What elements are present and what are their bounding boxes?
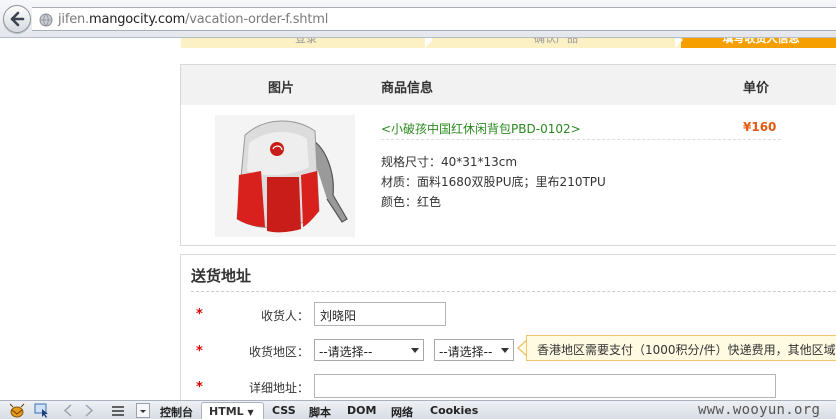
step-separator bbox=[425, 38, 433, 48]
back-arrow-icon[interactable] bbox=[62, 403, 74, 418]
firebug-toolbar: 控制台 HTML ▼ CSS 脚本 DOM 网络 Cookies www.woo… bbox=[0, 400, 836, 419]
product-price: ¥160 bbox=[743, 120, 777, 134]
tab-html-label: HTML bbox=[209, 405, 244, 418]
step-separator bbox=[675, 38, 683, 48]
tab-network[interactable]: 网络 bbox=[391, 404, 413, 419]
url-prefix: jifen. bbox=[58, 12, 89, 27]
divider bbox=[381, 139, 781, 140]
menu-icon[interactable] bbox=[109, 403, 127, 418]
header-unit-price: 单价 bbox=[743, 81, 770, 96]
region-label: 收货地区： bbox=[248, 345, 309, 359]
product-name-link[interactable]: <小破孩中国红休闲背包PBD-0102> bbox=[381, 120, 581, 137]
product-table-header: 图片 商品信息 单价 bbox=[181, 65, 836, 105]
chevron-down-icon: ▼ bbox=[247, 408, 254, 417]
url-domain: mangocity.com bbox=[88, 12, 186, 27]
spec-size: 规格尺寸：40*31*13cm bbox=[381, 155, 518, 169]
inspect-icon[interactable] bbox=[34, 403, 50, 418]
header-image: 图片 bbox=[268, 81, 295, 96]
watermark: www.wooyun.org bbox=[698, 402, 821, 418]
order-steps: 登录 确认产品 填写收货人信息 bbox=[181, 38, 836, 48]
dropdown-icon[interactable] bbox=[136, 403, 150, 418]
globe-icon bbox=[39, 13, 53, 27]
chevron-down-icon bbox=[411, 348, 419, 353]
url-text: jifen.mangocity.com/vacation-order-f.sht… bbox=[58, 12, 328, 27]
tab-script[interactable]: 脚本 bbox=[309, 404, 331, 419]
receiver-input[interactable]: 刘晓阳 bbox=[314, 302, 446, 326]
header-product-info: 商品信息 bbox=[381, 81, 434, 96]
tab-cookies[interactable]: Cookies bbox=[430, 404, 478, 417]
city-select[interactable]: --请选择-- bbox=[434, 339, 514, 361]
spec-color: 颜色：红色 bbox=[381, 195, 442, 209]
back-arrow-icon bbox=[10, 11, 25, 27]
spec-material: 材质：面料1680双股PU底；里布210TPU bbox=[381, 175, 606, 189]
step-login: 登录 bbox=[181, 38, 431, 48]
detail-address-input[interactable] bbox=[314, 374, 776, 398]
url-bar[interactable]: jifen.mangocity.com/vacation-order-f.sht… bbox=[32, 7, 836, 31]
tab-dom[interactable]: DOM bbox=[347, 404, 376, 417]
city-select-value: --请选择-- bbox=[439, 345, 493, 359]
tab-console[interactable]: 控制台 bbox=[160, 404, 193, 419]
detail-address-label: 详细地址： bbox=[248, 381, 309, 395]
backpack-image bbox=[236, 120, 348, 233]
receiver-label: 收货人： bbox=[260, 309, 309, 323]
tab-html[interactable]: HTML ▼ bbox=[201, 402, 264, 419]
divider bbox=[191, 291, 836, 292]
step-confirm-product: 确认产品 bbox=[431, 38, 681, 48]
back-button[interactable] bbox=[3, 5, 31, 33]
product-table: 图片 商品信息 单价 <小破孩中国红休闲背包PBD-0102> ¥160 规格尺… bbox=[180, 64, 836, 246]
forward-arrow-icon[interactable] bbox=[83, 403, 95, 418]
province-select-value: --请选择-- bbox=[319, 345, 373, 359]
product-image[interactable] bbox=[215, 115, 355, 237]
chevron-down-icon bbox=[501, 348, 509, 353]
step-fill-receiver: 填写收货人信息 bbox=[681, 38, 836, 48]
shipping-address-section: 送货地址 * 收货人： 刘晓阳 * 收货地区： --请选择-- --请选择-- … bbox=[180, 254, 836, 404]
url-path: /vacation-order-f.shtml bbox=[185, 12, 329, 27]
tab-css[interactable]: CSS bbox=[272, 404, 296, 417]
shipping-fee-tip: 香港地区需要支付（1000积分/件）快递费用，其他区域免 bbox=[526, 335, 836, 361]
screenshot-root: jifen.mangocity.com/vacation-order-f.sht… bbox=[0, 0, 836, 419]
firebug-icon[interactable] bbox=[8, 403, 26, 418]
province-select[interactable]: --请选择-- bbox=[314, 339, 424, 361]
section-title: 送货地址 bbox=[191, 267, 252, 285]
browser-toolbar: jifen.mangocity.com/vacation-order-f.sht… bbox=[0, 0, 836, 38]
